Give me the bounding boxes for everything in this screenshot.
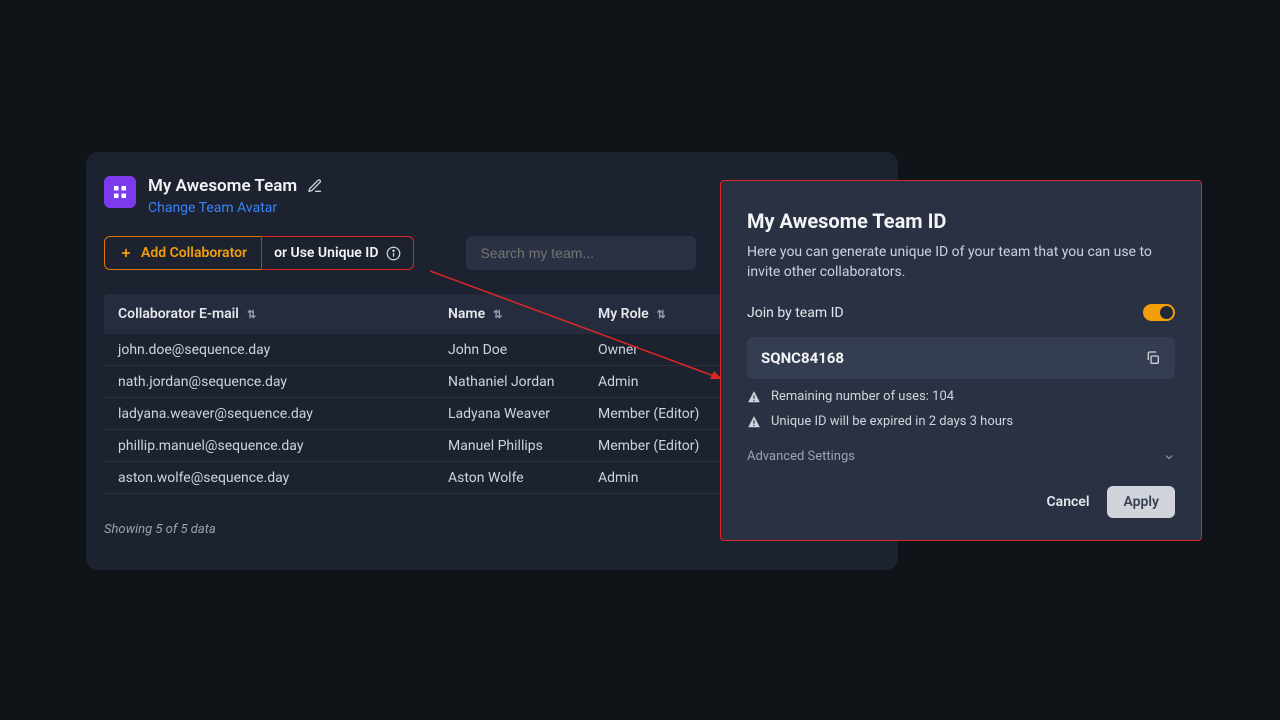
add-collaborator-button[interactable]: Add Collaborator <box>104 236 262 270</box>
team-avatar[interactable] <box>104 176 136 208</box>
team-title-row: My Awesome Team <box>148 176 323 196</box>
cell-name: Ladyana Weaver <box>448 406 598 422</box>
cancel-button[interactable]: Cancel <box>1047 494 1090 510</box>
cell-email: ladyana.weaver@sequence.day <box>118 406 448 422</box>
th-name[interactable]: Name ⇅ <box>448 306 598 322</box>
use-unique-id-button[interactable]: or Use Unique ID <box>261 236 414 270</box>
copy-icon[interactable] <box>1145 350 1161 366</box>
sort-icon: ⇅ <box>657 308 666 321</box>
search-input[interactable] <box>466 236 696 270</box>
expiry-row: Unique ID will be expired in 2 days 3 ho… <box>747 414 1175 429</box>
popover-actions: Cancel Apply <box>747 486 1175 518</box>
cell-email: phillip.manuel@sequence.day <box>118 438 448 454</box>
advanced-settings-toggle[interactable]: Advanced Settings <box>747 449 1175 464</box>
showing-text: Showing 5 of 5 data <box>104 522 216 537</box>
join-toggle-label: Join by team ID <box>747 305 844 321</box>
th-name-label: Name <box>448 306 485 322</box>
avatar-icon <box>111 183 129 201</box>
advanced-settings-label: Advanced Settings <box>747 449 855 464</box>
join-toggle-row: Join by team ID <box>747 304 1175 321</box>
join-toggle[interactable] <box>1143 304 1175 321</box>
add-collaborator-label: Add Collaborator <box>141 245 247 261</box>
use-unique-id-label: or Use Unique ID <box>274 245 378 261</box>
search-wrap <box>466 236 706 270</box>
remaining-uses-row: Remaining number of uses: 104 <box>747 389 1175 404</box>
th-role-label: My Role <box>598 306 649 322</box>
cell-name: Manuel Phillips <box>448 438 598 454</box>
popover-description: Here you can generate unique ID of your … <box>747 243 1175 282</box>
cell-name: John Doe <box>448 342 598 358</box>
plus-icon <box>119 246 133 260</box>
team-id-value: SQNC84168 <box>761 349 844 367</box>
warning-icon <box>747 415 761 429</box>
team-id-popover: My Awesome Team ID Here you can generate… <box>720 180 1202 541</box>
cell-email: nath.jordan@sequence.day <box>118 374 448 390</box>
sort-icon: ⇅ <box>247 308 256 321</box>
popover-title: My Awesome Team ID <box>747 209 1175 233</box>
expiry-text: Unique ID will be expired in 2 days 3 ho… <box>771 414 1013 429</box>
chevron-down-icon <box>1163 451 1175 463</box>
remaining-uses-text: Remaining number of uses: 104 <box>771 389 954 404</box>
info-icon <box>386 246 401 261</box>
th-email[interactable]: Collaborator E-mail ⇅ <box>118 306 448 322</box>
apply-button[interactable]: Apply <box>1107 486 1175 518</box>
edit-icon[interactable] <box>307 178 323 194</box>
cell-name: Aston Wolfe <box>448 470 598 486</box>
change-avatar-link[interactable]: Change Team Avatar <box>148 200 323 216</box>
warning-icon <box>747 390 761 404</box>
team-title: My Awesome Team <box>148 176 297 196</box>
th-email-label: Collaborator E-mail <box>118 306 239 322</box>
team-id-box: SQNC84168 <box>747 337 1175 379</box>
cell-name: Nathaniel Jordan <box>448 374 598 390</box>
cell-email: john.doe@sequence.day <box>118 342 448 358</box>
cell-email: aston.wolfe@sequence.day <box>118 470 448 486</box>
sort-icon: ⇅ <box>493 308 502 321</box>
